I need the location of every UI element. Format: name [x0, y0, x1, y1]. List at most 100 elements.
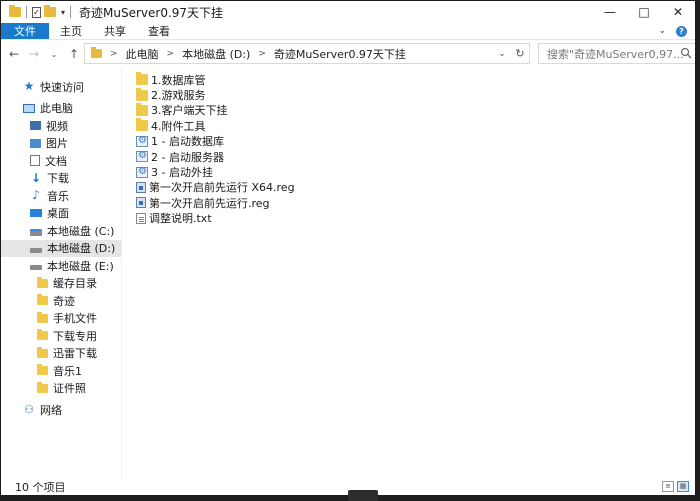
music-icon: ♪	[32, 188, 40, 203]
desktop-icon	[30, 209, 42, 218]
tab-share[interactable]: 共享	[93, 23, 137, 39]
address-dropdown-icon[interactable]: ⌄	[493, 49, 511, 59]
breadcrumb-current-folder[interactable]: 奇迹MuServer0.97天下挂	[274, 46, 406, 62]
sidebar-item-thunder-download[interactable]: 迅雷下载	[1, 345, 121, 363]
batch-file-icon	[136, 166, 148, 178]
folder-icon	[136, 87, 148, 101]
download-icon: ↓	[30, 170, 42, 185]
folder-icon	[136, 118, 148, 132]
folder-icon	[9, 5, 21, 17]
sidebar-item-this-pc[interactable]: 此电脑	[1, 100, 121, 118]
forward-icon[interactable]: →	[27, 47, 41, 61]
picture-icon	[30, 138, 41, 148]
large-icons-view-icon[interactable]: ▦	[677, 481, 689, 492]
folder-icon	[37, 276, 48, 288]
breadcrumb-this-pc[interactable]: 此电脑	[126, 46, 159, 62]
help-icon[interactable]: ?	[676, 25, 687, 37]
list-item[interactable]: 1 - 启动数据库	[125, 134, 695, 149]
details-view-icon[interactable]: ≡	[662, 481, 674, 492]
computer-icon	[23, 103, 35, 113]
sidebar-item-videos[interactable]: 视频	[1, 117, 121, 135]
address-bar[interactable]: > 此电脑 > 本地磁盘 (D:) > 奇迹MuServer0.97天下挂 ⌄ …	[84, 43, 530, 64]
ribbon-tabs: 文件 主页 共享 查看 ⌄ ?	[1, 23, 695, 40]
sidebar-item-pictures[interactable]: 图片	[1, 135, 121, 153]
drive-c-icon	[30, 229, 42, 237]
sidebar-item-downloads[interactable]: ↓ 下载	[1, 170, 121, 188]
drive-icon	[30, 247, 42, 253]
refresh-icon[interactable]: ↻	[511, 47, 529, 60]
sidebar-item-quick-access[interactable]: ★ 快速访问	[1, 78, 121, 96]
sidebar-item-network[interactable]: ⚇ 网络	[1, 401, 121, 419]
list-item[interactable]: 调整说明.txt	[125, 211, 695, 226]
video-icon	[30, 121, 41, 131]
list-item[interactable]: 3 - 启动外挂	[125, 164, 695, 179]
folder-icon	[136, 102, 148, 116]
customize-dropdown-icon[interactable]: ▾	[61, 8, 65, 17]
breadcrumb-separator: >	[258, 48, 266, 59]
window-controls: — □ ✕	[593, 1, 695, 23]
registry-file-icon	[136, 197, 146, 209]
navigation-bar: ← → ⌄ ↑ > 此电脑 > 本地磁盘 (D:) > 奇迹MuServer0.…	[1, 40, 695, 68]
explorer-window: ✓ ▾ 奇迹MuServer0.97天下挂 — □ ✕ 文件 主页 共享 查看 …	[0, 0, 696, 496]
folder-icon	[37, 364, 48, 376]
sidebar-item-desktop[interactable]: 桌面	[1, 205, 121, 223]
star-icon: ★	[23, 79, 35, 94]
tab-file[interactable]: 文件	[1, 23, 49, 39]
list-item[interactable]: 2.游戏服务	[125, 87, 695, 102]
document-icon	[30, 155, 40, 167]
tab-view[interactable]: 查看	[137, 23, 181, 39]
new-folder-icon[interactable]	[44, 5, 56, 17]
search-icon[interactable]	[680, 47, 692, 62]
maximize-button[interactable]: □	[627, 1, 661, 23]
navigation-pane: ★ 快速访问 此电脑 视频 图片 文档 ↓ 下载 ♪ 音乐 桌面 本地磁盘 (C…	[1, 68, 122, 481]
folder-icon	[91, 47, 102, 58]
up-icon[interactable]: ↑	[67, 47, 81, 61]
sidebar-item-download-dedicated[interactable]: 下载专用	[1, 327, 121, 345]
list-item[interactable]: 第一次开启前先运行.reg	[125, 195, 695, 210]
search-placeholder: 搜索"奇迹MuServer0,97...	[547, 47, 684, 61]
folder-icon	[37, 329, 48, 341]
item-count: 10 个项目	[15, 481, 66, 494]
folder-icon	[37, 346, 48, 358]
close-button[interactable]: ✕	[661, 1, 695, 23]
network-icon: ⚇	[24, 403, 34, 417]
sidebar-item-drive-d[interactable]: 本地磁盘 (D:)	[1, 239, 121, 257]
window-title: 奇迹MuServer0.97天下挂	[79, 5, 224, 20]
batch-file-icon	[136, 135, 148, 147]
sidebar-item-phone-files[interactable]: 手机文件	[1, 310, 121, 328]
breadcrumb-separator: >	[166, 48, 175, 59]
sidebar-item-music[interactable]: ♪ 音乐	[1, 187, 121, 205]
breadcrumb-separator: >	[110, 48, 118, 59]
sidebar-item-drive-c[interactable]: 本地磁盘 (C:)	[1, 222, 121, 240]
expand-ribbon-icon[interactable]: ⌄	[658, 26, 666, 36]
search-input[interactable]: 搜索"奇迹MuServer0,97...	[538, 43, 695, 64]
registry-file-icon	[136, 181, 146, 193]
drive-icon	[30, 265, 42, 271]
text-file-icon	[136, 212, 146, 224]
sidebar-item-id-photo[interactable]: 证件照	[1, 380, 121, 398]
folder-icon	[136, 72, 148, 86]
sidebar-item-drive-e[interactable]: 本地磁盘 (E:)	[1, 257, 121, 275]
file-list: 1.数据库管 2.游戏服务 3.客户端天下挂 4.附件工具 1 - 启动数据库 …	[125, 68, 695, 481]
list-item[interactable]: 3.客户端天下挂	[125, 102, 695, 118]
list-item[interactable]: 第一次开启前先运行 X64.reg	[125, 180, 695, 195]
title-bar: ✓ ▾ 奇迹MuServer0.97天下挂 — □ ✕	[1, 1, 695, 23]
list-item[interactable]: 2 - 启动服务器	[125, 149, 695, 164]
folder-icon	[37, 311, 48, 323]
minimize-button[interactable]: —	[593, 1, 627, 23]
list-item[interactable]: 1.数据库管	[125, 72, 695, 87]
list-item[interactable]: 4.附件工具	[125, 118, 695, 133]
sidebar-item-miracle[interactable]: 奇迹	[1, 292, 121, 310]
quick-access-toolbar: ✓ ▾	[1, 5, 73, 18]
recent-dropdown-icon[interactable]: ⌄	[47, 50, 61, 59]
batch-file-icon	[136, 150, 148, 163]
sidebar-item-documents[interactable]: 文档	[1, 152, 121, 170]
properties-icon[interactable]: ✓	[32, 6, 41, 18]
folder-icon	[37, 294, 48, 306]
back-icon[interactable]: ←	[7, 47, 21, 61]
breadcrumb-drive-d[interactable]: 本地磁盘 (D:)	[182, 46, 250, 62]
taskbar-fragment	[0, 490, 700, 501]
sidebar-item-cache-dir[interactable]: 缓存目录	[1, 275, 121, 293]
sidebar-item-music1[interactable]: 音乐1	[1, 362, 121, 380]
tab-home[interactable]: 主页	[49, 23, 93, 39]
